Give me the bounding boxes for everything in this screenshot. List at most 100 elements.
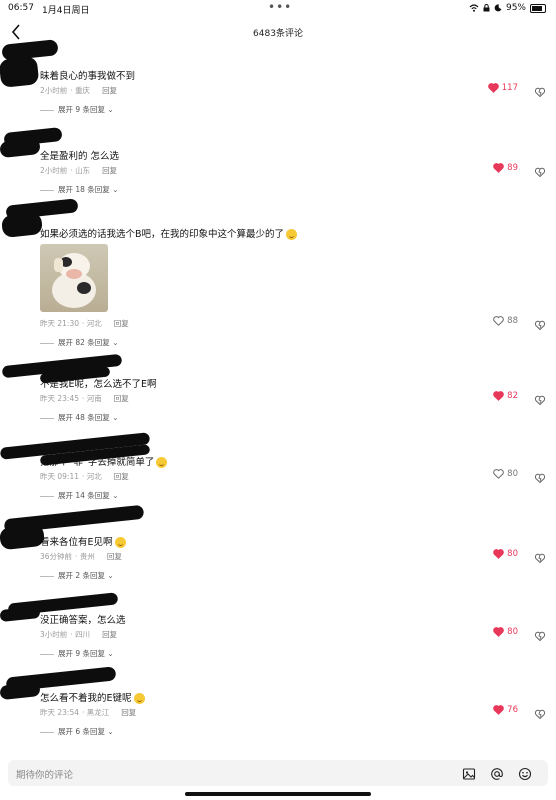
like-count: 80 [507,627,518,637]
comment-meta: 2小时前 · 山东 回复 [40,165,117,176]
reply-button[interactable]: 回复 [107,552,122,561]
dislike-button[interactable] [534,705,546,720]
comment-text: 如果必须选的话我选个B吧，在我的印象中这个算最少的了 [40,226,298,240]
like-button[interactable]: 76 [493,705,518,715]
expand-replies-label: 展开 18 条回复 [58,185,110,194]
chevron-down-icon: ⌄ [109,185,119,194]
at-icon[interactable] [490,767,504,781]
expand-replies-label: 展开 6 条回复 [58,727,106,736]
comment-input-bar: 期待你的评论 [0,756,556,800]
emoji-icon[interactable] [518,767,532,781]
like-button[interactable]: 82 [493,391,518,401]
reply-button[interactable]: 回复 [121,708,136,717]
reply-button[interactable]: 回复 [102,86,117,95]
comment-location: · 黑龙江 [82,708,110,717]
comment-meta: 昨天 23:54 · 黑龙江 回复 [40,707,136,718]
like-button[interactable]: 80 [493,627,518,637]
comment-time: 昨天 09:11 [40,472,79,481]
expand-replies-button[interactable]: 展开 9 条回复 ⌄ [40,104,114,115]
comment-text: 不是我E呢，怎么选不了E啊 [40,376,157,390]
expand-replies-button[interactable]: 展开 9 条回复 ⌄ [40,648,114,659]
status-date: 1月4日周日 [42,6,90,16]
heart-icon [493,705,504,715]
comment-time: 36分钟前 [40,552,73,561]
expand-replies-label: 展开 14 条回复 [58,491,110,500]
like-count: 80 [507,549,518,559]
dislike-button[interactable] [534,391,546,406]
comment-meta: 昨天 23:45 · 河南 回复 [40,393,129,404]
comment-text-content: 不是我E呢，怎么选不了E啊 [40,379,157,390]
comment-text-content: 没正确答案，怎么选 [40,615,126,626]
reply-button[interactable]: 回复 [114,394,129,403]
comment-text-content: 怎么看不着我的E键呢 [40,693,132,704]
dislike-button[interactable] [534,627,546,642]
reply-button[interactable]: 回复 [102,630,117,639]
dislike-icon [534,167,546,178]
expand-replies-label: 展开 82 条回复 [58,338,110,347]
like-button[interactable]: 117 [487,83,518,93]
comment-time: 昨天 23:45 [40,394,79,403]
multitask-dots-icon[interactable]: ••• [268,0,292,14]
dislike-button[interactable] [534,316,546,331]
dislike-button[interactable] [534,549,546,564]
expand-replies-button[interactable]: 展开 48 条回复 ⌄ [40,412,118,423]
comments-header: 6483条评论 [0,18,556,46]
comment-image[interactable] [40,244,108,312]
expand-replies-button[interactable]: 展开 6 条回复 ⌄ [40,726,114,737]
reply-button[interactable]: 回复 [114,472,129,481]
comment-count-title: 6483条评论 [253,29,303,39]
expand-replies-button[interactable]: 展开 14 条回复 ⌄ [40,490,118,501]
comment-location: · 河北 [82,319,102,328]
expand-replies-button[interactable]: 展开 2 条回复 ⌄ [40,570,114,581]
comment-location: · 重庆 [70,86,91,95]
comment-text-content: 看来各位有E见啊 [40,537,113,548]
dislike-button[interactable] [534,163,546,178]
comment-meta: 2小时前 · 重庆 回复 [40,85,117,96]
reply-button[interactable]: 回复 [102,166,117,175]
dislike-icon [534,553,546,564]
comment-text: 怎么看不着我的E键呢 [40,690,145,704]
like-button[interactable]: 88 [493,316,518,326]
like-count: 88 [507,316,518,326]
expand-replies-button[interactable]: 展开 18 条回复 ⌄ [40,184,118,195]
dislike-button[interactable] [534,469,546,484]
expand-replies-label: 展开 9 条回复 [58,105,106,114]
lock-icon [483,4,490,12]
heart-icon [493,549,504,559]
dislike-icon [534,709,546,720]
comment-text-content: 昧着良心的事我做不到 [40,71,136,82]
reply-button[interactable]: 回复 [114,319,129,328]
cow-sticker-image [52,253,96,308]
emoji-sticker-icon [133,693,145,704]
chevron-down-icon: ⌄ [109,413,119,422]
emoji-sticker-icon [156,457,168,468]
divider-line [40,731,54,733]
battery-percent: 95% [505,3,526,13]
moon-icon [494,4,502,12]
like-button[interactable]: 89 [493,163,518,173]
expand-replies-button[interactable]: 展开 82 条回复 ⌄ [40,337,118,348]
like-button[interactable]: 80 [493,469,518,479]
divider-line [40,495,54,497]
comment-time: 昨天 21:30 [40,319,79,328]
wifi-icon [469,4,479,12]
battery-icon [530,3,546,13]
comment-text: 把那个“非”字去掉就简单了 [40,454,168,468]
expand-replies-label: 展开 2 条回复 [58,571,106,580]
image-icon[interactable] [462,767,476,781]
dislike-button[interactable] [534,83,546,98]
like-count: 89 [507,163,518,173]
divider-line [40,653,54,655]
comment-meta: 昨天 21:30 · 河北 回复 [40,318,129,329]
status-bar: 06:57 1月4日周日 ••• 95% [0,0,556,16]
dislike-icon [534,87,546,98]
comment-text-content: 把那个“非”字去掉就简单了 [40,457,155,468]
dislike-icon [534,473,546,484]
heart-icon [487,83,499,93]
like-button[interactable]: 80 [493,549,518,559]
comment-location: · 河南 [82,394,102,403]
redaction-scribble [0,681,41,701]
comment-input[interactable]: 期待你的评论 [8,760,548,786]
home-indicator [185,792,371,796]
comment-location: · 四川 [70,630,91,639]
